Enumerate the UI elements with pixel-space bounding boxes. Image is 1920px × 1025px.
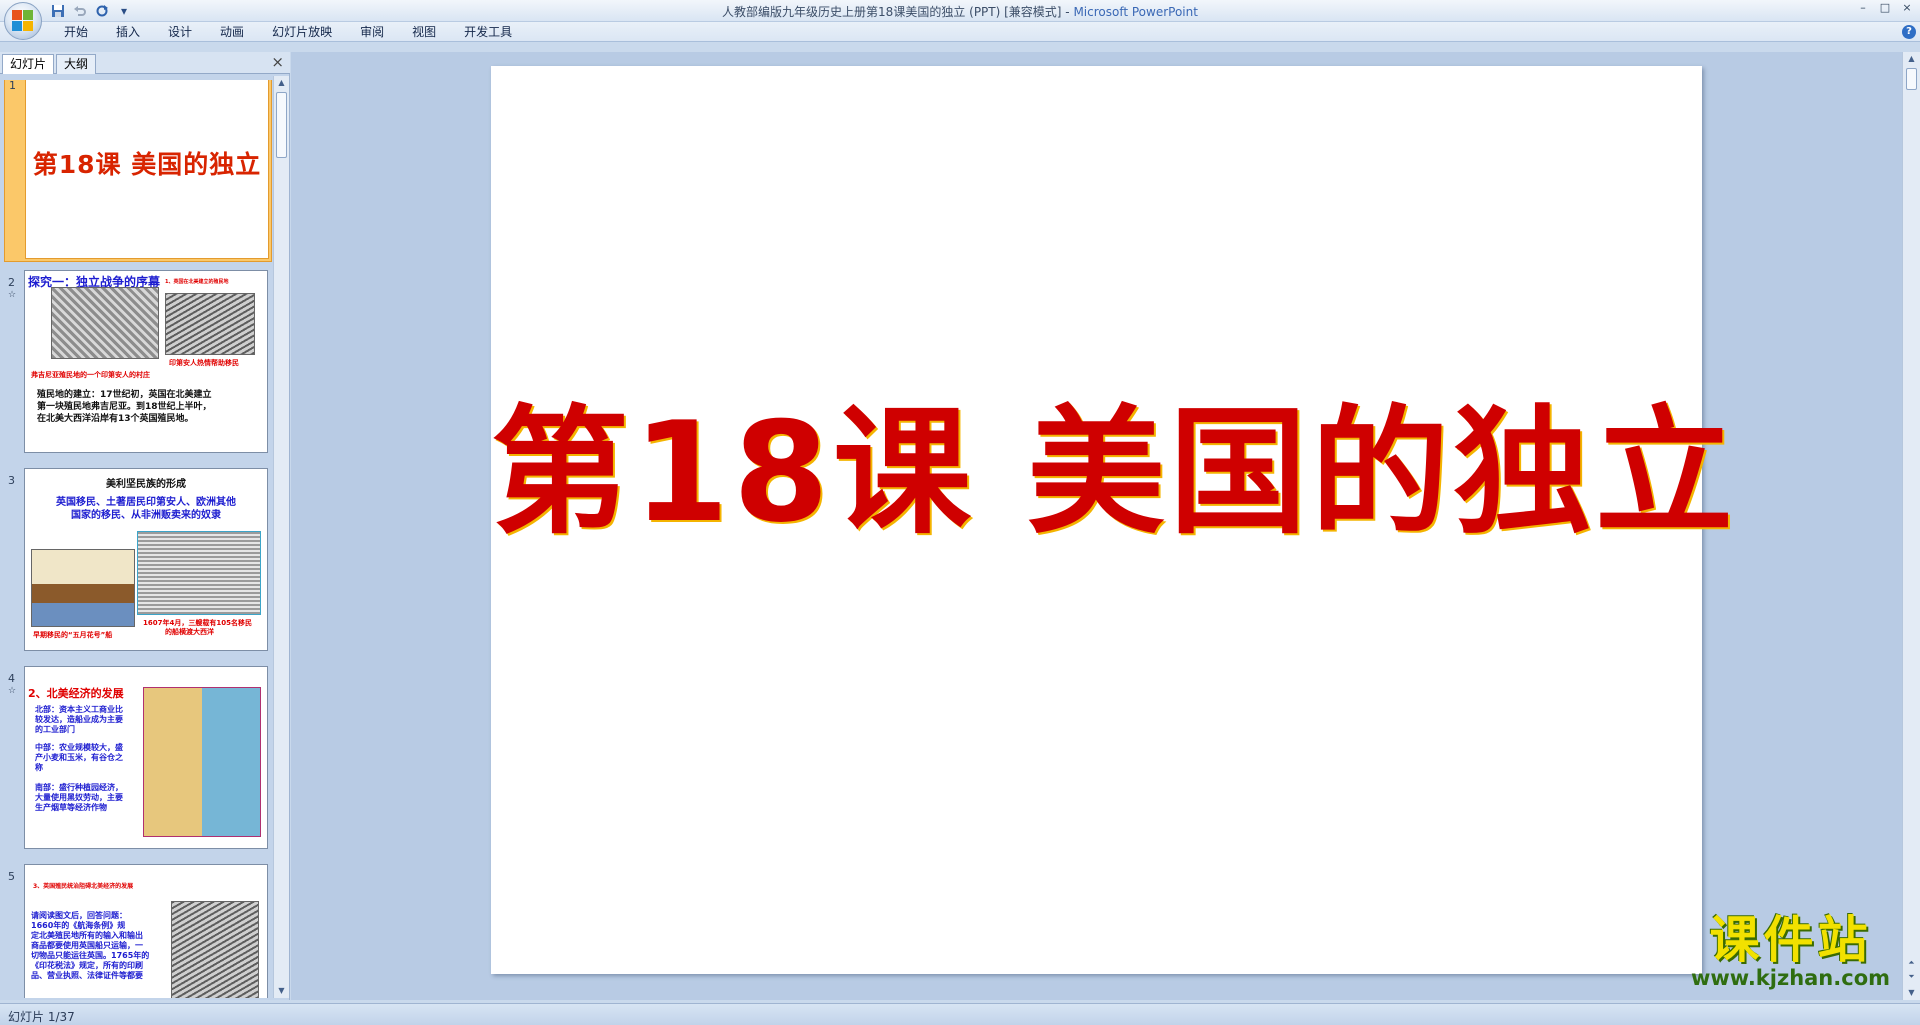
caption: 1607年4月，三艘载有105名移民 <box>143 619 252 627</box>
slide-editor: 第18课 美国的独立 <box>291 52 1902 1000</box>
animation-star-icon: ☆ <box>8 686 17 696</box>
slide-thumbnail-3[interactable]: 3 美利坚民族的形成 英国移民、土著居民印第安人、欧洲其他 国家的移民、从非洲贩… <box>4 468 272 658</box>
caption: 印第安人热情帮助移民 <box>169 359 239 367</box>
caption: 1、英国在北美建立的殖民地 <box>165 279 229 285</box>
slide-text: 南部：盛行种植园经济， <box>35 783 123 792</box>
village-photo <box>51 287 159 359</box>
slide-preview: 3、英国殖民统治阻碍北美经济的发展 请阅读图文后，回答问题： 1660年的《航海… <box>24 864 268 998</box>
tab-developer[interactable]: 开发工具 <box>450 25 526 39</box>
slides-panel: 幻灯片 大纲 × 1 第18课 美国的独立 2 ☆ 探究一：独立战争的序幕 1、… <box>0 52 290 1000</box>
ribbon: 开始 插入 设计 动画 幻灯片放映 审阅 视图 开发工具 ? <box>0 22 1920 42</box>
scroll-up-icon[interactable]: ▲ <box>274 76 289 90</box>
slide-text: 定北美殖民地所有的输入和输出 <box>31 931 143 940</box>
slide-thumbnail-title: 美利坚民族的形成 <box>106 479 186 490</box>
tab-slides[interactable]: 幻灯片 <box>2 54 55 74</box>
slide-text: 称 <box>35 763 43 772</box>
tab-animation[interactable]: 动画 <box>206 25 258 39</box>
scroll-down-icon[interactable]: ▼ <box>1904 986 1919 1000</box>
slide-counter: 幻灯片 1/37 <box>8 1010 75 1024</box>
slide-preview: 探究一：独立战争的序幕 1、英国在北美建立的殖民地 印第安人热情帮助移民 弗吉尼… <box>24 270 268 453</box>
slide-text: 请阅读图文后，回答问题： <box>31 911 127 920</box>
tab-home[interactable]: 开始 <box>50 25 102 39</box>
scroll-up-icon[interactable]: ▲ <box>1904 52 1919 66</box>
fleet-photo <box>137 531 261 615</box>
slide-text: 产小麦和玉米，有谷仓之 <box>35 753 123 762</box>
slide-canvas[interactable]: 第18课 美国的独立 <box>491 66 1733 974</box>
slide-thumbnail-2[interactable]: 2 ☆ 探究一：独立战争的序幕 1、英国在北美建立的殖民地 印第安人热情帮助移民… <box>4 270 272 460</box>
thumbnail-scrollbar[interactable]: ▲ ▼ <box>273 76 289 998</box>
slide-number: 5 <box>8 870 15 883</box>
tab-slideshow[interactable]: 幻灯片放映 <box>258 25 346 39</box>
slide-text: 的工业部门 <box>35 725 75 734</box>
slide-text: 北部：资本主义工商业比 <box>35 705 123 714</box>
ship-photo <box>31 549 135 627</box>
slide-text: 生产烟草等经济作物 <box>35 803 107 812</box>
status-bar: 幻灯片 1/37 <box>0 1003 1920 1025</box>
slide-text: 中部：农业规模较大，盛 <box>35 743 123 752</box>
slide-preview: 2、北美经济的发展 北部：资本主义工商业比 较发达，造船业成为主要 的工业部门 … <box>24 666 268 849</box>
slide-subtitle: 英国移民、土著居民印第安人、欧洲其他 <box>56 497 236 508</box>
window-controls: – □ × <box>1854 1 1916 15</box>
previous-slide-icon[interactable]: ⏶ <box>1904 956 1919 970</box>
next-slide-icon[interactable]: ⏷ <box>1904 970 1919 984</box>
slide-text: 在北美大西洋沿岸有13个英国殖民地。 <box>37 414 194 424</box>
slide-text: 殖民地的建立：17世纪初，英国在北美建立 <box>37 390 212 400</box>
window-title: 人教部编版九年级历史上册第18课美国的独立 (PPT) [兼容模式] - Mic… <box>0 3 1920 20</box>
slide-preview: 第18课 美国的独立 <box>25 80 269 259</box>
caption: 弗吉尼亚殖民地的一个印第安人的村庄 <box>31 371 150 379</box>
cartoon-image <box>171 901 259 998</box>
slide-text: 商品都要使用英国船只运输，一 <box>31 941 143 950</box>
panel-tabs: 幻灯片 大纲 × <box>0 52 290 74</box>
watermark-url: www.kjzhan.com <box>1690 966 1890 990</box>
map-image <box>143 687 261 837</box>
animation-star-icon: ☆ <box>8 290 17 300</box>
slide-thumbnail-4[interactable]: 4 ☆ 2、北美经济的发展 北部：资本主义工商业比 较发达，造船业成为主要 的工… <box>4 666 272 856</box>
caption: 的船横渡大西洋 <box>165 628 214 636</box>
title-bar: ▾ 人教部编版九年级历史上册第18课美国的独立 (PPT) [兼容模式] - M… <box>0 0 1920 40</box>
slide-thumbnail-title: 3、英国殖民统治阻碍北美经济的发展 <box>33 883 134 890</box>
close-icon[interactable]: × <box>271 54 284 70</box>
slide-text: 较发达，造船业成为主要 <box>35 715 123 724</box>
close-button[interactable]: × <box>1898 1 1916 15</box>
slide-text: 《印花税法》规定，所有的印刷 <box>31 961 143 970</box>
slide-thumbnail-title: 2、北美经济的发展 <box>28 687 124 700</box>
app-name: Microsoft PowerPoint <box>1073 5 1198 19</box>
watermark-logo: 课件站 www.kjzhan.com <box>1691 913 1890 989</box>
slide-text: 品、营业执照、法律证件等都要 <box>31 971 143 980</box>
caption: 早期移民的“五月花号”船 <box>33 631 113 639</box>
slide-number: 1 <box>9 80 16 92</box>
slide-number: 2 <box>8 276 15 289</box>
slide-title[interactable]: 第18课 美国的独立 <box>491 398 1733 548</box>
editor-scrollbar[interactable]: ▲ ⏶ ⏷ ▼ <box>1902 52 1920 1000</box>
help-icon[interactable]: ? <box>1902 25 1916 39</box>
document-title: 人教部编版九年级历史上册第18课美国的独立 (PPT) [兼容模式] - <box>722 5 1074 19</box>
slide-text: 1660年的《航海条例》规 <box>31 921 126 930</box>
scrollbar-thumb[interactable] <box>1906 68 1917 90</box>
slide-subtitle: 国家的移民、从非洲贩卖来的奴隶 <box>71 510 221 521</box>
indians-photo <box>165 293 255 355</box>
slide-number: 3 <box>8 474 15 487</box>
tab-view[interactable]: 视图 <box>398 25 450 39</box>
slide-text: 大量使用黑奴劳动，主要 <box>35 793 123 802</box>
slide-text: 切物品只能运往英国。1765年的 <box>31 951 150 960</box>
office-button[interactable] <box>4 2 42 40</box>
slide-number: 4 <box>8 672 15 685</box>
tab-review[interactable]: 审阅 <box>346 25 398 39</box>
slide-thumbnail-1[interactable]: 1 第18课 美国的独立 <box>4 80 272 262</box>
tab-insert[interactable]: 插入 <box>102 25 154 39</box>
ribbon-tabs: 开始 插入 设计 动画 幻灯片放映 审阅 视图 开发工具 <box>50 25 526 39</box>
scroll-down-icon[interactable]: ▼ <box>274 984 289 998</box>
office-logo-icon <box>12 10 34 32</box>
scrollbar-thumb[interactable] <box>276 92 287 158</box>
tab-design[interactable]: 设计 <box>154 25 206 39</box>
slide-text: 第一块殖民地弗吉尼亚。到18世纪上半叶， <box>37 402 212 412</box>
watermark-name: 课件站 <box>1709 911 1872 969</box>
slide-thumbnail-5[interactable]: 5 3、英国殖民统治阻碍北美经济的发展 请阅读图文后，回答问题： 1660年的《… <box>4 864 272 998</box>
thumbnail-list: 1 第18课 美国的独立 2 ☆ 探究一：独立战争的序幕 1、英国在北美建立的殖… <box>0 80 274 998</box>
minimize-button[interactable]: – <box>1854 1 1872 15</box>
maximize-button[interactable]: □ <box>1876 1 1894 15</box>
slide-thumbnail-title: 第18课 美国的独立 <box>32 150 262 179</box>
slide-preview: 美利坚民族的形成 英国移民、土著居民印第安人、欧洲其他 国家的移民、从非洲贩卖来… <box>24 468 268 651</box>
tab-outline[interactable]: 大纲 <box>56 54 97 74</box>
